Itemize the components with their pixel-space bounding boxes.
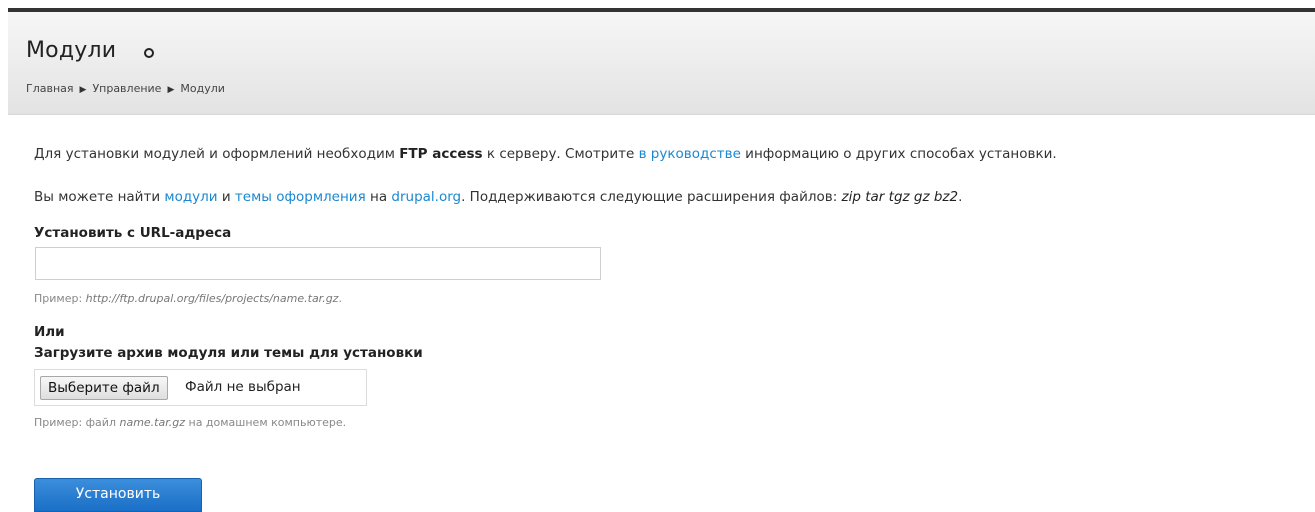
page-header: Модули Главная ▶ Управление ▶ Модули (8, 12, 1315, 115)
extensions-text: . Поддерживаются следующие расширения фа… (461, 189, 842, 205)
upload-label: Загрузите архив модуля или темы для уста… (34, 345, 423, 361)
ftp-notice-text-3: информацию о других способах установки. (740, 146, 1057, 162)
breadcrumb-separator-icon: ▶ (79, 85, 87, 95)
ftp-access-text: FTP access (399, 146, 483, 162)
page-title: Модули (26, 38, 117, 63)
desc-example-url: http://ftp.drupal.org/files/projects/nam… (85, 292, 339, 305)
choose-file-button[interactable]: Выберите файл (40, 376, 168, 400)
ftp-notice-text-2: к серверу. Смотрите (482, 146, 639, 162)
url-install-description: Пример: http://ftp.drupal.org/files/proj… (34, 292, 342, 305)
and-text: и (217, 189, 235, 205)
url-install-label: Установить с URL-адреса (34, 225, 232, 241)
file-status-text: Файл не выбран (185, 379, 301, 395)
find-modules-notice: Вы можете найти модули и темы оформления… (34, 187, 962, 207)
desc-suffix: на домашнем компьютере. (185, 416, 347, 429)
desc-prefix: Пример: файл (34, 416, 120, 429)
desc-prefix: Пример: (34, 292, 86, 305)
period-text: . (958, 189, 963, 205)
breadcrumb-home[interactable]: Главная (26, 82, 74, 95)
breadcrumb: Главная ▶ Управление ▶ Модули (26, 82, 225, 95)
modules-link[interactable]: модули (164, 189, 217, 205)
find-text: Вы можете найти (34, 189, 165, 205)
drupal-org-link[interactable]: drupal.org (391, 189, 461, 205)
top-bar (0, 0, 1315, 12)
breadcrumb-admin[interactable]: Управление (92, 82, 161, 95)
or-label: Или (34, 324, 65, 340)
themes-link[interactable]: темы оформления (235, 189, 366, 205)
breadcrumb-modules[interactable]: Модули (180, 82, 225, 95)
ftp-notice-text: Для установки модулей и оформлений необх… (34, 146, 400, 162)
extensions-list: zip tar tgz gz bz2 (841, 189, 959, 205)
breadcrumb-separator-icon: ▶ (167, 85, 175, 95)
ftp-notice: Для установки модулей и оформлений необх… (34, 144, 1057, 164)
url-install-input[interactable] (35, 247, 601, 280)
handbook-link[interactable]: в руководстве (639, 146, 741, 162)
add-shortcut-icon[interactable] (144, 48, 154, 58)
desc-suffix: . (338, 292, 342, 305)
on-text: на (365, 189, 392, 205)
desc-example-file: name.tar.gz (119, 416, 185, 429)
upload-description: Пример: файл name.tar.gz на домашнем ком… (34, 416, 346, 429)
file-upload-field: Выберите файл Файл не выбран (34, 369, 367, 406)
